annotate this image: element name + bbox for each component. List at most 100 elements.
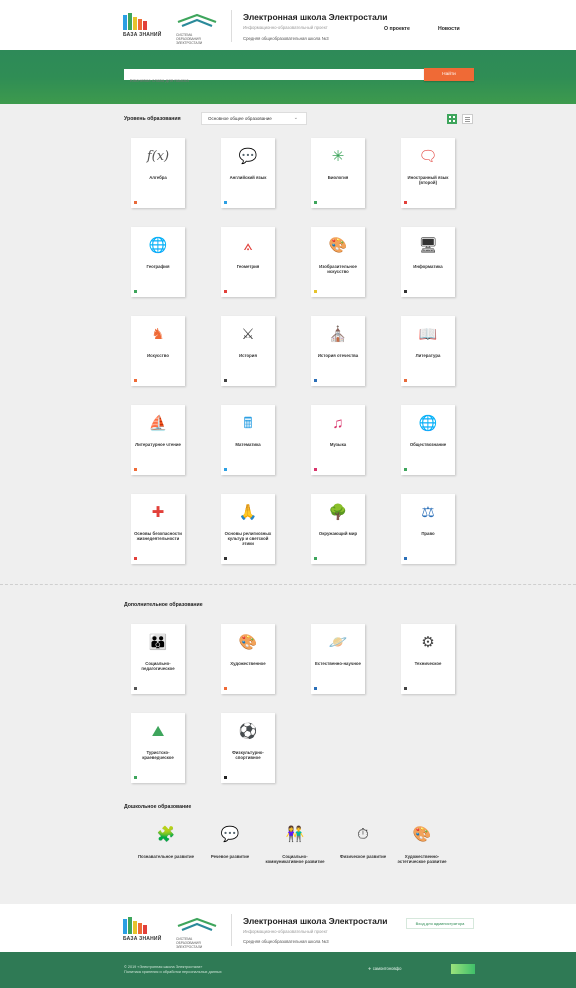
color-marker [134,290,137,293]
bust-icon: ♞ [151,326,165,343]
shield-swords-icon: ⚔ [241,326,255,343]
subject-label: Геометрия [236,264,260,269]
soccer-ball-icon: ⚽ [238,723,258,740]
partner-logo-link[interactable]: ✈ самоитоновфо [368,966,401,971]
color-marker [224,557,227,560]
group-people-icon: 👪 [148,634,168,651]
chevron-down-icon: ⌄ [293,115,298,121]
preschool-item[interactable]: 💬 Речевое развитие [200,824,260,859]
color-marker [224,776,227,779]
additional-card[interactable]: 🪐 Естественно-научное [311,624,365,694]
subject-label: Иностранный язык (второй) [407,175,449,185]
subject-card[interactable]: 📖 Литература [401,316,455,386]
section-divider [0,584,576,585]
color-marker [224,290,227,293]
color-marker [314,290,317,293]
kids-faces-icon: 👫 [285,826,305,843]
subject-card[interactable]: 🌐 География [131,227,185,297]
subject-card[interactable]: ⛪ История отечества [311,316,365,386]
speech-bubble-abc-icon: 💬 [238,148,258,165]
preschool-item[interactable]: 👫 Социально-коммуникативное развитие [265,824,325,864]
subject-card[interactable]: f(x) Алгебра [131,138,185,208]
grid-view-button[interactable] [447,114,457,124]
level-selected-value: Основное общее образование [208,116,272,121]
partner-logo-icon: ✈ [368,966,372,971]
subject-label: История [239,353,257,358]
color-marker [404,468,407,471]
subject-card[interactable]: 🖥 Информатика [401,227,455,297]
subject-card[interactable]: ⚔ История [221,316,275,386]
subject-card[interactable]: 🖩 Математика [221,405,275,475]
subject-label: Основы религиозных культур и светской эт… [224,531,272,546]
subject-card[interactable]: ⛵ Литературное чтение [131,405,185,475]
logo2-line: ЭЛЕКТРОСТАЛИ [176,944,203,949]
mountain-sun-icon: ⛰ [151,723,165,740]
color-marker [404,201,407,204]
subject-label: История отечества [317,353,359,358]
art-palette-icon: 🎨 [412,826,432,843]
additional-title: Дополнительное образование [124,602,203,608]
search-input[interactable] [124,75,424,86]
education-system-logo[interactable]: СИСТЕМА ОБРАЗОВАНИЯ ЭЛЕКТРОСТАЛИ [176,12,218,45]
partner-badge[interactable] [451,964,475,974]
subject-label: Математика [235,442,261,447]
color-marker [134,379,137,382]
scales-icon: ⚖ [421,504,435,521]
footer-knowledge-base-logo[interactable]: БАЗА ЗНАНИЙ [123,917,162,942]
planet-icon: 🪐 [328,634,348,651]
preschool-label: Художественно-эстетическое развитие [397,854,447,864]
color-marker [314,557,317,560]
level-label: Уровень образования [124,116,181,122]
subject-card[interactable]: ⚖ Право [401,494,455,564]
color-marker [134,557,137,560]
waves-logo-icon [177,13,217,28]
subject-card[interactable]: 🙏 Основы религиозных культур и светской э… [221,494,275,564]
additional-card[interactable]: ⛰ Туристско-краеведческое [131,713,185,783]
additional-card[interactable]: 🎨 Художественное [221,624,275,694]
preschool-item[interactable]: 🧩 Познавательное развитие [136,824,196,859]
subject-card[interactable]: 🎨 Изобразительное искусство [311,227,365,297]
subject-card[interactable]: ✚ Основы безопасности жизнедеятельности [131,494,185,564]
subject-card[interactable]: 🗨 Иностранный язык (второй) [401,138,455,208]
subject-label: Право [421,531,435,536]
nav-news[interactable]: Новости [438,26,460,32]
subject-label: Биология [327,175,349,180]
search-button[interactable]: Найти [424,68,474,81]
preschool-title: Дошкольное образование [124,804,192,810]
subject-card[interactable]: 🌳 Окружающий мир [311,494,365,564]
additional-card[interactable]: ⚙ Техническое [401,624,455,694]
subject-card[interactable]: ♫ Музыка [311,405,365,475]
subject-label: Литературное чтение [135,442,181,447]
palette-icon: 🎨 [328,237,348,254]
subject-card[interactable]: 🌐 Обществознание [401,405,455,475]
color-marker [404,687,407,690]
logo-text: БАЗА ЗНАНИЙ [123,936,162,942]
subject-card[interactable]: ✳ Биология [311,138,365,208]
additional-card[interactable]: ⚽ Физкультурно-спортивное [221,713,275,783]
books-logo-icon [123,13,147,30]
subject-label: Обществознание [409,442,447,447]
preschool-item[interactable]: 🎨 Художественно-эстетическое развитие [392,824,452,864]
subject-label: Окружающий мир [318,531,358,536]
subject-label: Английский язык [229,175,267,180]
nav-about[interactable]: О проекте [384,26,410,32]
subject-card[interactable]: 💬 Английский язык [221,138,275,208]
logo-text: БАЗА ЗНАНИЙ [123,32,162,38]
logo2-line: ЭЛЕКТРОСТАЛИ [176,40,203,45]
subject-card[interactable]: ♞ Искусство [131,316,185,386]
additional-label: Социально-педагогическое [141,661,175,671]
level-select[interactable]: Основное общее образование ⌄ [201,112,307,125]
foreign-speech-icon: 🗨 [418,148,438,165]
additional-card[interactable]: 👪 Социально-педагогическое [131,624,185,694]
privacy-policy-link[interactable]: Политика хранения и обработки персональн… [124,970,222,975]
footer-education-system-logo[interactable]: СИСТЕМА ОБРАЗОВАНИЯ ЭЛЕКТРОСТАЛИ [176,916,218,949]
knowledge-base-logo[interactable]: БАЗА ЗНАНИЙ [123,13,162,38]
footer-bottom-bar [0,952,576,988]
subject-label: Информатика [413,264,443,269]
list-view-button[interactable] [462,114,473,124]
partner-name: самоитоновфо [372,966,402,971]
admin-login-button[interactable]: Вход для администратора [406,918,474,929]
preschool-item[interactable]: ⏱ Физическое развитие [333,824,393,859]
puzzle-icon: 🧩 [156,826,176,843]
subject-card[interactable]: ⟑ Геометрия [221,227,275,297]
